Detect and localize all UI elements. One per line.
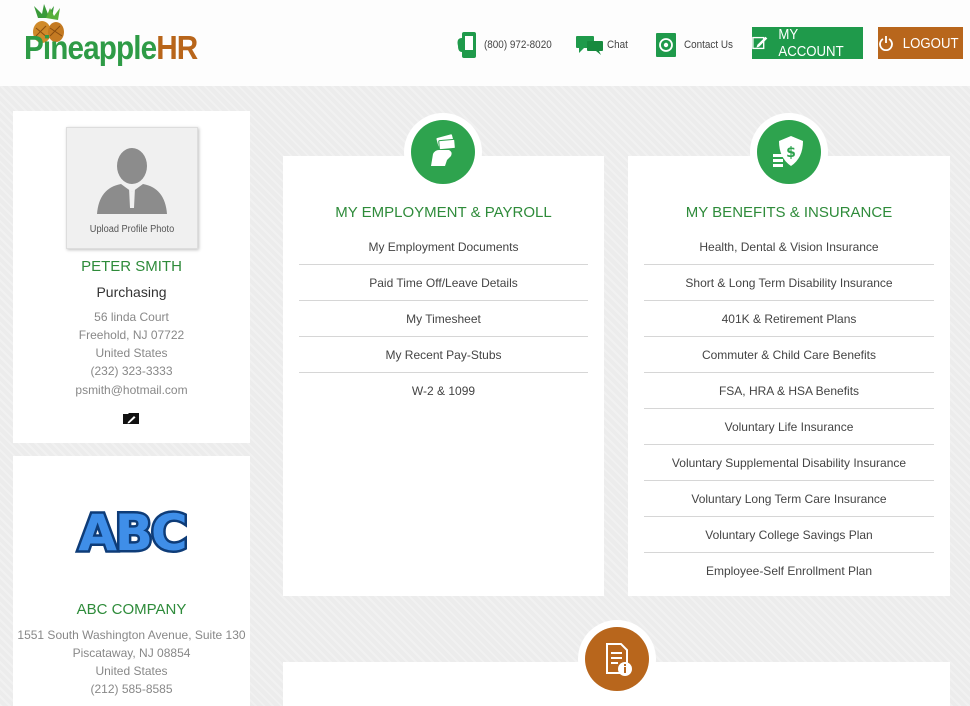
benefits-item[interactable]: Commuter & Child Care Benefits	[644, 337, 934, 373]
employment-item[interactable]: My Employment Documents	[299, 229, 588, 265]
pineapplehr-logo[interactable]: PineappleHR	[24, 4, 214, 74]
benefits-item[interactable]: FSA, HRA & HSA Benefits	[644, 373, 934, 409]
money-hand-icon	[431, 134, 456, 166]
edit-icon	[752, 36, 768, 50]
employment-item[interactable]: Paid Time Off/Leave Details	[299, 265, 588, 301]
contact-label: Contact Us	[684, 39, 733, 51]
company-phone: (212) 585-8585	[90, 682, 173, 696]
employment-item[interactable]: W-2 & 1099	[299, 373, 588, 409]
benefits-insurance-card: MY BENEFITS & INSURANCE Health, Dental &…	[628, 156, 950, 596]
user-country: United States	[95, 346, 168, 360]
user-name: PETER SMITH	[81, 258, 182, 275]
company-address-line1: 1551 South Washington Avenue, Suite 130	[17, 628, 246, 642]
employment-payroll-card: MY EMPLOYMENT & PAYROLL My Employment Do…	[283, 156, 604, 596]
employment-item[interactable]: My Recent Pay-Stubs	[299, 337, 588, 373]
contact-link[interactable]: Contact Us	[654, 30, 738, 60]
logo-text-pineapple: Pineapple	[24, 29, 157, 66]
chat-icon	[576, 36, 603, 55]
user-address-line1: 56 linda Court	[94, 310, 169, 324]
document-info-icon	[606, 643, 632, 676]
company-address-line2: Piscataway, NJ 08854	[72, 646, 191, 660]
logout-label: LOGOUT	[903, 34, 959, 52]
documents-icon-badge	[578, 620, 656, 698]
power-icon	[879, 36, 894, 51]
my-account-button[interactable]: MY ACCOUNT	[752, 26, 863, 60]
profile-panel: Upload Profile Photo PETER SMITH Purchas…	[13, 111, 250, 443]
user-email: psmith@hotmail.com	[75, 383, 188, 397]
benefits-item[interactable]: Health, Dental & Vision Insurance	[644, 229, 934, 265]
phone-number: (800) 972-8020	[484, 39, 552, 51]
logout-button[interactable]: LOGOUT	[878, 27, 963, 59]
employment-payroll-title: MY EMPLOYMENT & PAYROLL	[335, 204, 552, 221]
chat-label: Chat	[607, 39, 628, 51]
benefits-item[interactable]: Short & Long Term Disability Insurance	[644, 265, 934, 301]
employment-item[interactable]: My Timesheet	[299, 301, 588, 337]
employment-links: My Employment Documents Paid Time Off/Le…	[299, 229, 588, 409]
company-country: United States	[95, 664, 168, 678]
header-bar: PineappleHR (800) 972-8020 Chat Contact …	[0, 0, 970, 86]
upload-profile-photo[interactable]: Upload Profile Photo	[66, 127, 198, 249]
svg-text:$: $	[786, 145, 796, 161]
user-department: Purchasing	[96, 284, 167, 300]
edit-profile-icon[interactable]	[122, 412, 140, 425]
logo-text-hr: HR	[156, 29, 198, 66]
benefits-item[interactable]: Voluntary Long Term Care Insurance	[644, 481, 934, 517]
payroll-icon-badge	[404, 113, 482, 191]
contact-at-icon	[656, 33, 676, 57]
chat-link[interactable]: Chat	[575, 30, 630, 60]
user-address-line2: Freehold, NJ 07722	[78, 328, 185, 342]
abc-company-logo: ABC	[76, 502, 191, 565]
benefits-item[interactable]: Voluntary Life Insurance	[644, 409, 934, 445]
shield-dollar-icon: $	[773, 136, 803, 167]
abc-logo-text: ABC	[78, 504, 186, 562]
benefits-links: Health, Dental & Vision Insurance Short …	[644, 229, 934, 589]
phone-link[interactable]: (800) 972-8020	[456, 30, 559, 60]
benefits-icon-badge: $	[750, 113, 828, 191]
benefits-item[interactable]: Voluntary College Savings Plan	[644, 517, 934, 553]
benefits-item[interactable]: 401K & Retirement Plans	[644, 301, 934, 337]
company-panel: ABC ABC COMPANY 1551 South Washington Av…	[13, 456, 250, 706]
user-silhouette-icon	[97, 148, 167, 214]
benefits-item[interactable]: Employee-Self Enrollment Plan	[644, 553, 934, 589]
benefits-item[interactable]: Voluntary Supplemental Disability Insura…	[644, 445, 934, 481]
my-account-label: MY ACCOUNT	[778, 26, 844, 60]
company-name: ABC COMPANY	[76, 601, 187, 618]
upload-photo-caption: Upload Profile Photo	[89, 224, 175, 235]
benefits-insurance-title: MY BENEFITS & INSURANCE	[685, 204, 893, 221]
phone-icon	[457, 32, 476, 58]
user-phone: (232) 323-3333	[90, 364, 173, 378]
